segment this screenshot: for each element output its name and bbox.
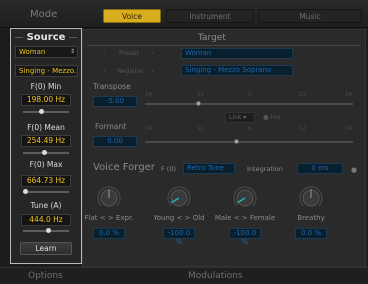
link-dropdown[interactable]: Link ▾ [225,112,255,123]
knob-1[interactable] [95,184,123,212]
f0-min-label: F(0) Min [30,82,62,91]
formant-label: Formant [95,122,127,131]
knob-value-1[interactable]: 0.0 % [93,228,125,239]
mode-bar: Mode Voice Instrument Music [0,0,368,28]
source-rule-right [69,37,77,38]
knob-3[interactable] [231,184,259,212]
options-tab[interactable]: Options [28,271,63,281]
preset-dropdown[interactable]: Woman [181,48,293,59]
tab-voice[interactable]: Voice [103,9,161,23]
transpose-label: Transpose [93,82,131,91]
register-dropdown[interactable]: Singing - Mezzo Soprano [181,65,293,76]
tune-label: Tune (A) [30,201,62,210]
chevron-updown-icon: ⇕ [69,48,75,55]
target-panel: Target ‹ Preset › Woman ‹ Register › Sin… [82,29,366,267]
tab-music[interactable]: Music [258,9,362,23]
modulations-tab[interactable]: Modulations [188,271,243,281]
f0-max-slider-track[interactable] [23,191,69,193]
integration-label: Integration [247,165,283,173]
register-label: Register [117,67,144,75]
bottom-bar: Options Modulations [0,267,368,284]
f0-min-value[interactable]: 198.00 Hz [21,94,71,106]
knob-2[interactable] [165,184,193,212]
target-title: Target [198,33,226,43]
knob-label-1: Flat < > Expr. [84,214,134,222]
chevron-left-icon[interactable]: ‹ [103,49,106,57]
f0-max-label: F(0) Max [29,160,63,169]
source-register-dropdown[interactable]: Singing - Mezzo... [15,65,78,77]
source-panel: Source Woman ⇕ Singing - Mezzo... F(0) M… [10,28,82,264]
tune-slider-thumb[interactable] [46,228,52,233]
f0-mean-value[interactable]: 254.49 Hz [21,135,71,147]
chevron-right-icon[interactable]: › [151,67,154,75]
integration-value[interactable]: 0 ms [297,163,343,174]
chevron-left-icon[interactable]: ‹ [103,67,106,75]
target-divider [87,45,361,46]
chevron-right-icon[interactable]: › [151,49,154,57]
formant-slider-thumb[interactable] [234,139,239,144]
mode-label: Mode [30,9,58,20]
formant-value[interactable]: 0.00 [93,136,137,147]
integration-dot-icon[interactable]: ● [351,166,357,174]
knob-value-2[interactable]: -100.0 % [163,228,195,246]
tab-instrument[interactable]: Instrument [166,9,254,23]
tune-value[interactable]: 444.0 Hz [21,214,71,226]
f0-mean-label: F(0) Mean [27,123,65,132]
transpose-value[interactable]: -5.00 [93,96,137,107]
f0-max-slider-thumb[interactable] [23,189,29,194]
f0-label: F (0) [161,165,177,173]
f0-max-value[interactable]: 664.73 Hz [21,175,71,187]
knob-label-3: Male < > Female [214,214,276,222]
preset-label: Preset [119,49,140,57]
source-rule-left [15,37,23,38]
f0-dropdown[interactable]: Retro Tone [183,163,235,174]
transpose-slider-thumb[interactable] [196,101,201,106]
learn-button[interactable]: Learn [20,242,72,255]
transpose-slider-track[interactable] [145,103,353,105]
voice-type-dropdown[interactable]: Woman ⇕ [15,46,78,58]
f0-min-slider-track[interactable] [23,111,69,113]
f0-mean-slider-thumb[interactable] [41,150,47,155]
inv-toggle[interactable]: ● Inv. [263,113,282,121]
knob-value-3[interactable]: -100.0 % [229,228,261,246]
knob-4[interactable] [297,184,325,212]
formant-slider-track[interactable] [145,141,353,143]
f0-min-slider-thumb[interactable] [39,109,45,114]
knob-label-4: Breathy [297,214,325,222]
knob-label-2: Young < > Old [153,214,205,222]
voice-forger-title: Voice Forger [93,162,155,173]
knob-value-4[interactable]: 0.0 % [295,228,327,239]
